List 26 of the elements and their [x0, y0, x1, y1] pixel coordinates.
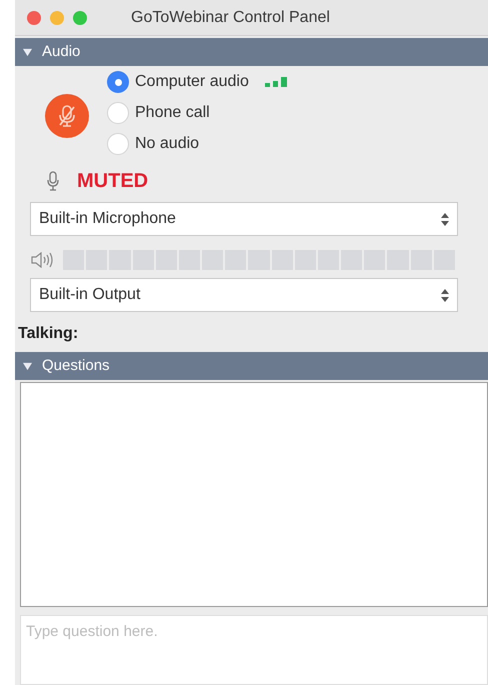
disclosure-triangle-icon — [23, 362, 32, 370]
disclosure-triangle-icon — [23, 48, 32, 56]
radio-label[interactable]: No audio — [135, 132, 200, 156]
zoom-button[interactable] — [73, 10, 87, 24]
muted-microphone-icon — [57, 104, 77, 128]
stepper-arrows-icon — [441, 212, 449, 226]
radio-label[interactable]: Computer audio — [135, 70, 249, 94]
microphone-icon — [47, 171, 59, 191]
radio-button[interactable] — [107, 102, 129, 124]
radio-label[interactable]: Phone call — [135, 101, 210, 125]
talking-label: Talking: — [18, 324, 80, 344]
question-input-field[interactable]: Type question here. — [20, 615, 488, 685]
dropdown[interactable]: Built-in Output — [30, 278, 458, 312]
stepper-arrows-icon — [441, 288, 449, 302]
section-header[interactable]: Audio — [15, 38, 488, 66]
muted-status: MUTED — [77, 169, 148, 194]
signal-bars-icon — [264, 76, 287, 88]
minimize-button[interactable] — [50, 10, 64, 24]
radio-button[interactable] — [107, 133, 129, 155]
radio-button[interactable] — [107, 71, 129, 93]
speaker-icon — [31, 252, 55, 268]
dropdown[interactable]: Built-in Microphone — [30, 202, 458, 236]
close-button[interactable] — [27, 10, 41, 24]
microphone-toggle-button[interactable] — [45, 94, 89, 138]
section-header[interactable]: Questions — [15, 352, 488, 380]
window-title: GoToWebinar Control Panel — [131, 8, 330, 28]
